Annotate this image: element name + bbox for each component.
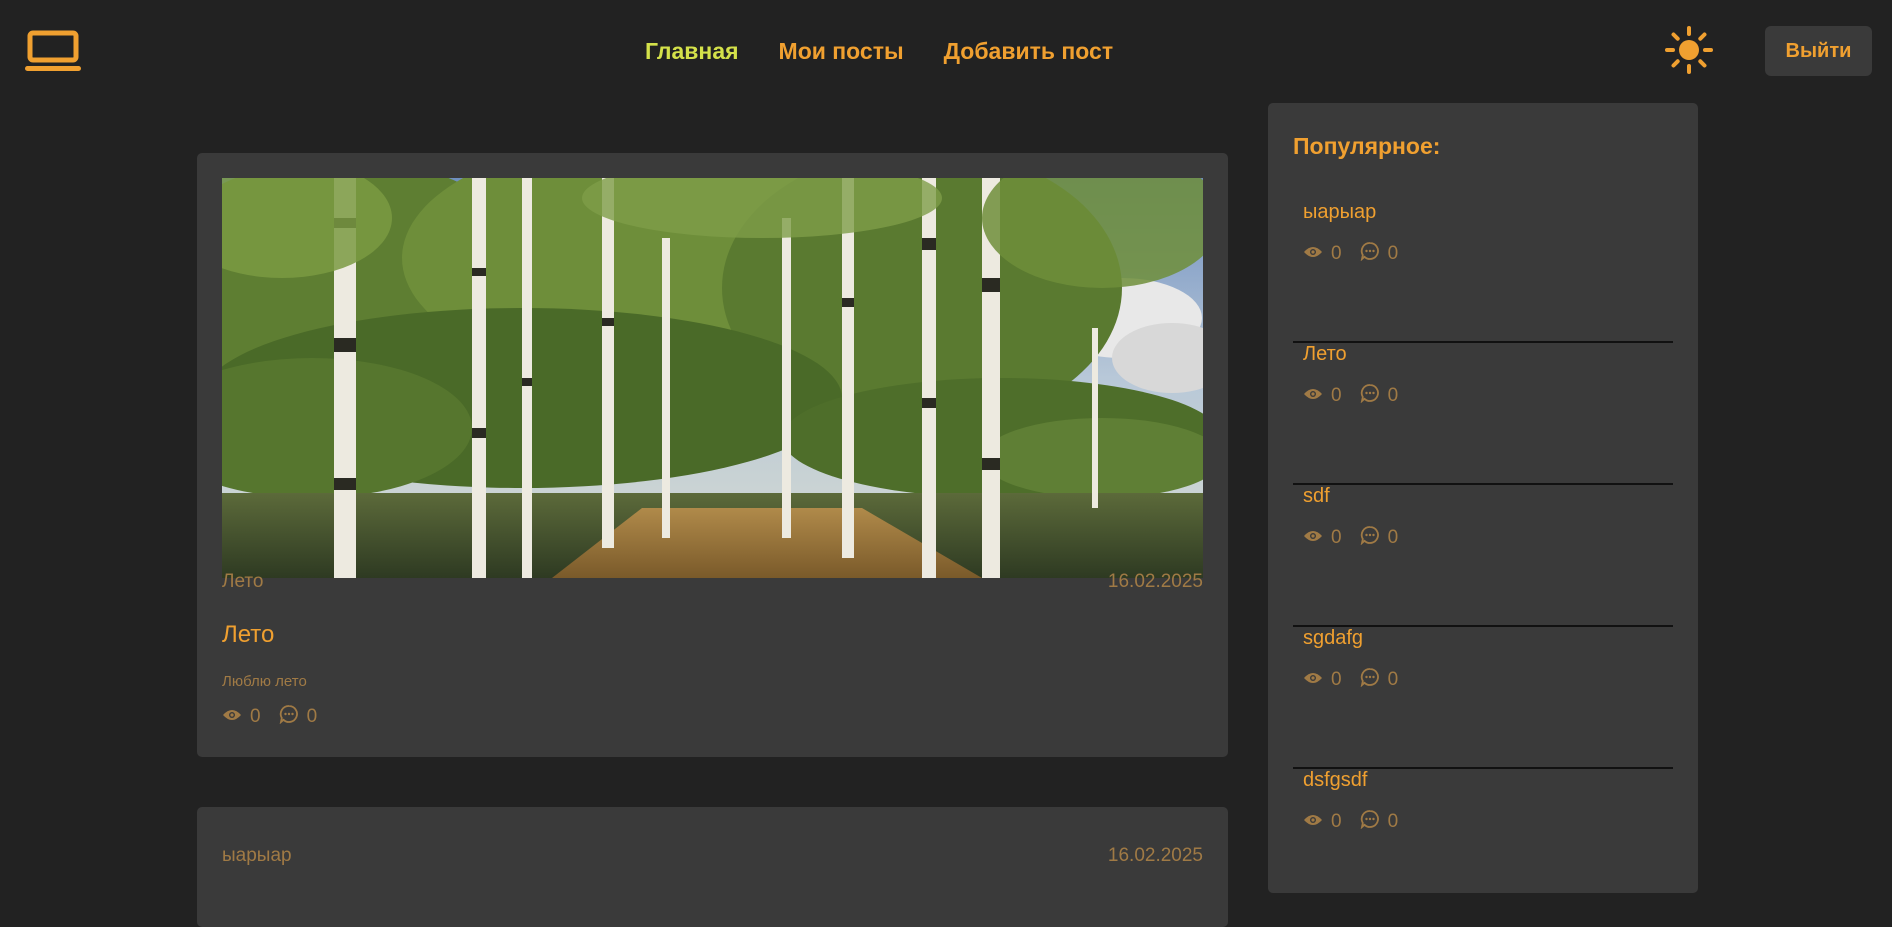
comments-stat: 0 — [279, 704, 318, 730]
post-date: 16.02.2025 — [1107, 845, 1203, 866]
nav-item-add-post[interactable]: Добавить пост — [944, 37, 1113, 65]
views-count: 0 — [1331, 385, 1342, 406]
views-count: 0 — [1331, 527, 1342, 548]
popular-item-title[interactable]: dsfgsdf — [1303, 769, 1367, 792]
header: Главная Мои посты Добавить пост Выйти — [0, 0, 1892, 102]
popular-item-stats: 0 0 — [1303, 383, 1408, 409]
views-stat: 0 — [1303, 243, 1342, 265]
nav-item-my-posts[interactable]: Мои посты — [779, 37, 904, 65]
eye-icon — [222, 706, 242, 728]
post-card[interactable]: ыарыар 16.02.2025 — [197, 807, 1228, 927]
laptop-icon[interactable] — [24, 30, 84, 74]
popular-item[interactable]: sgdafg 0 0 — [1293, 627, 1673, 769]
eye-icon — [1303, 527, 1323, 549]
comments-count: 0 — [1387, 811, 1399, 832]
views-stat: 0 — [1303, 669, 1342, 691]
comments-stat: 0 — [1360, 241, 1399, 267]
popular-item-stats: 0 0 — [1303, 809, 1408, 835]
post-tag[interactable]: Лето — [222, 571, 263, 593]
eye-icon — [1303, 243, 1323, 265]
post-title[interactable]: Лето — [222, 621, 274, 649]
comment-icon — [279, 704, 299, 730]
popular-item-stats: 0 0 — [1303, 667, 1408, 693]
popular-item[interactable]: Лето 0 0 — [1293, 343, 1673, 485]
post-card[interactable]: Лето 16.02.2025 Лето Люблю лето 0 0 — [197, 153, 1228, 757]
popular-item[interactable]: sdf 0 0 — [1293, 485, 1673, 627]
views-count: 0 — [1331, 243, 1342, 264]
logout-button[interactable]: Выйти — [1765, 26, 1872, 76]
eye-icon — [1303, 669, 1323, 691]
views-stat: 0 — [1303, 527, 1342, 549]
views-stat: 0 — [1303, 811, 1342, 833]
popular-item-title[interactable]: sgdafg — [1303, 627, 1363, 650]
sidebar-title: Популярное: — [1293, 133, 1441, 159]
comment-icon — [1360, 241, 1380, 267]
popular-item-stats: 0 0 — [1303, 241, 1408, 267]
views-stat: 0 — [1303, 385, 1342, 407]
sun-icon[interactable] — [1665, 26, 1713, 74]
post-date: 16.02.2025 — [1107, 571, 1203, 592]
post-text: Люблю лето — [222, 673, 307, 690]
comments-stat: 0 — [1360, 525, 1399, 551]
comments-count: 0 — [1387, 527, 1399, 548]
comment-icon — [1360, 525, 1380, 551]
popular-item[interactable]: dsfgsdf 0 0 — [1293, 769, 1673, 911]
views-count: 0 — [1331, 811, 1342, 832]
popular-sidebar: Популярное: ыарыар 0 0 Лето 0 0 sdf 0 0 … — [1268, 103, 1698, 893]
comments-count: 0 — [306, 706, 318, 727]
popular-item-title[interactable]: ыарыар — [1303, 201, 1376, 224]
post-image[interactable] — [222, 178, 1203, 578]
comment-icon — [1360, 809, 1380, 835]
comments-count: 0 — [1387, 385, 1399, 406]
comment-icon — [1360, 667, 1380, 693]
views-stat: 0 — [222, 706, 261, 728]
eye-icon — [1303, 811, 1323, 833]
views-count: 0 — [1331, 669, 1342, 690]
eye-icon — [1303, 385, 1323, 407]
main-nav: Главная Мои посты Добавить пост — [645, 37, 1113, 65]
popular-item[interactable]: ыарыар 0 0 — [1293, 201, 1673, 343]
comments-count: 0 — [1387, 243, 1399, 264]
popular-item-stats: 0 0 — [1303, 525, 1408, 551]
comments-stat: 0 — [1360, 383, 1399, 409]
comments-count: 0 — [1387, 669, 1399, 690]
popular-item-title[interactable]: Лето — [1303, 343, 1347, 366]
views-count: 0 — [250, 706, 261, 727]
comments-stat: 0 — [1360, 809, 1399, 835]
post-stats: 0 0 — [222, 704, 327, 730]
post-tag[interactable]: ыарыар — [222, 845, 292, 867]
nav-item-home[interactable]: Главная — [645, 37, 739, 65]
comments-stat: 0 — [1360, 667, 1399, 693]
popular-item-title[interactable]: sdf — [1303, 485, 1330, 508]
comment-icon — [1360, 383, 1380, 409]
